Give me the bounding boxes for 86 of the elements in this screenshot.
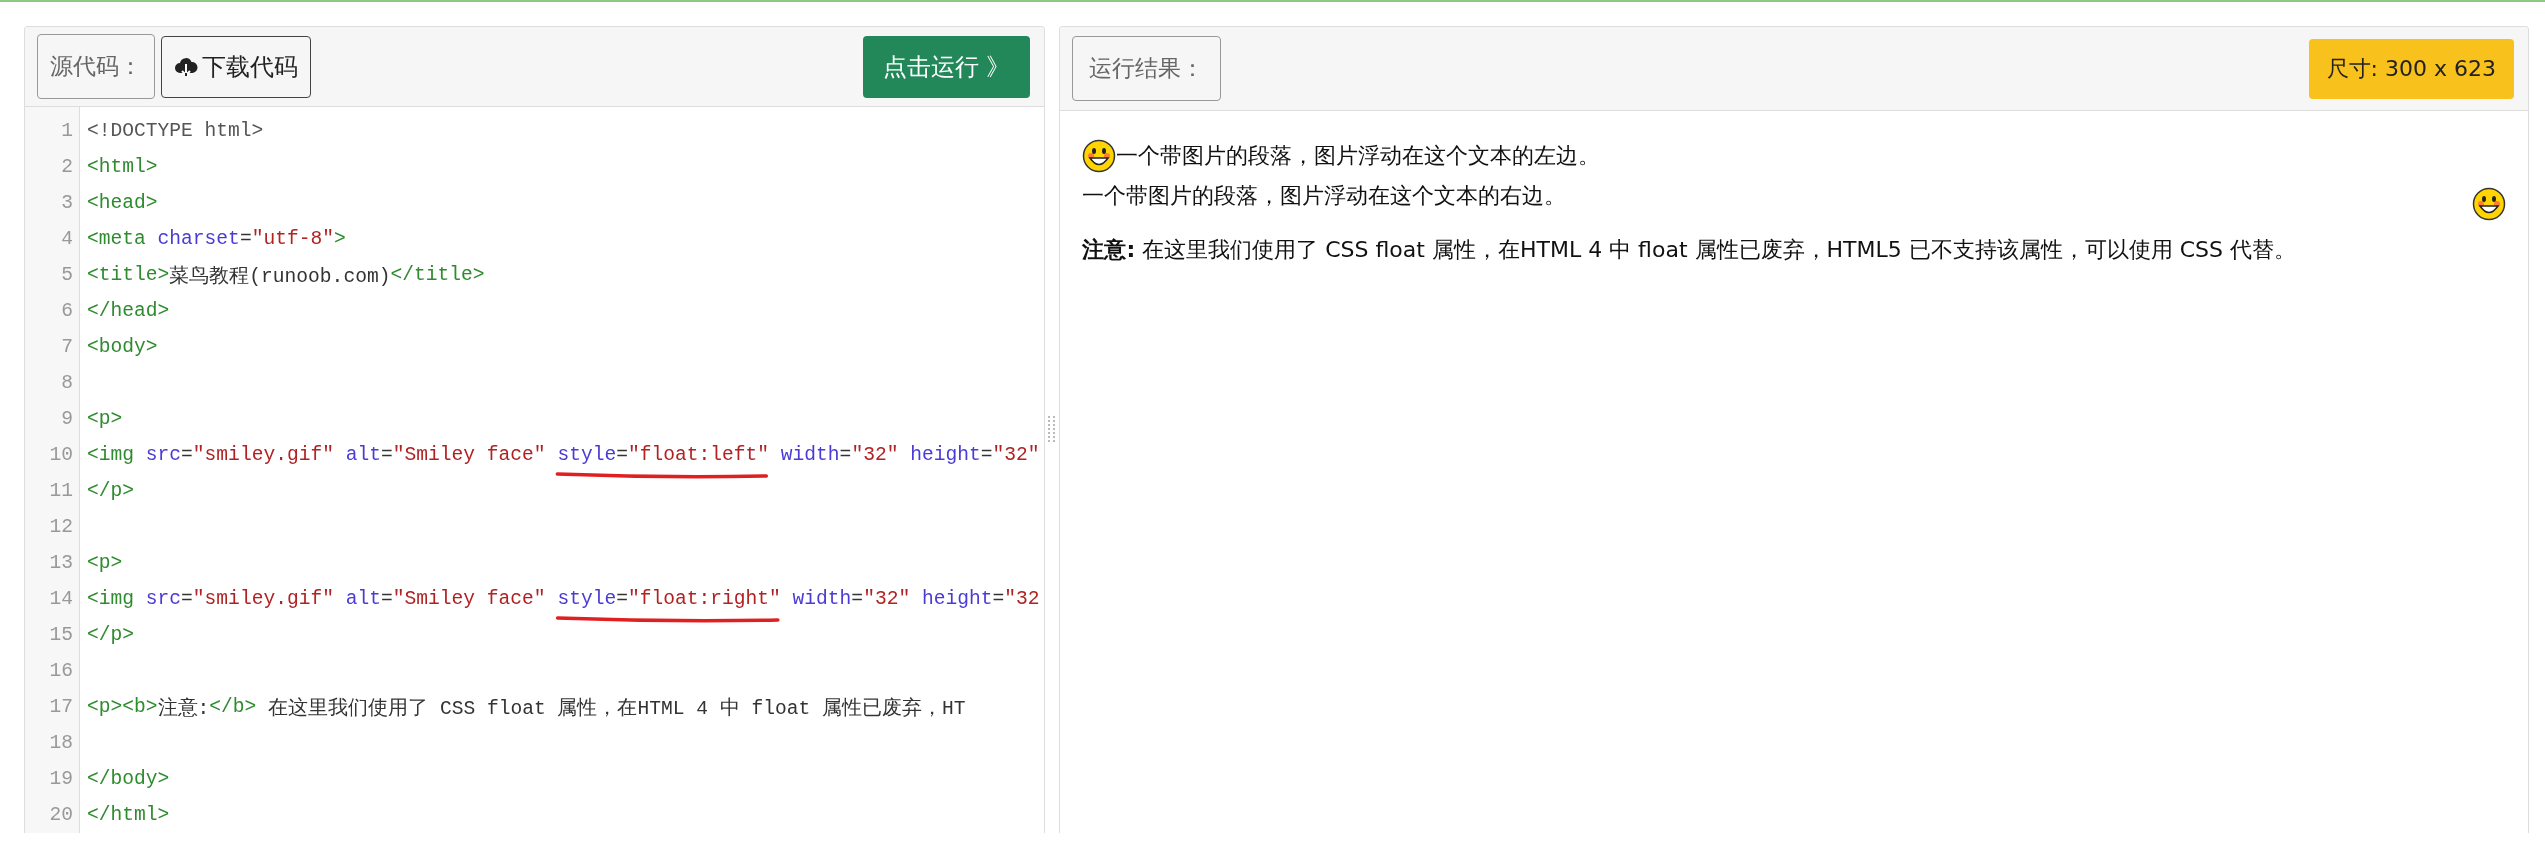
line-number: 16 — [48, 660, 73, 682]
code-token: 注意: — [157, 696, 210, 721]
code-token: "Smiley face" — [392, 444, 547, 466]
download-button[interactable]: 下载代码 — [161, 35, 311, 98]
line-number: 3 — [60, 192, 73, 214]
code-token: height — [910, 444, 981, 466]
result-label: 运行结果： — [1072, 36, 1222, 101]
line-number: 18 — [48, 732, 73, 754]
line-number: 13 — [48, 552, 73, 574]
code-token: width — [779, 444, 840, 466]
code-token: <p> — [87, 408, 123, 430]
paragraph: 注意: 在这里我们使用了 CSS float 属性，在HTML 4 中 float 属性已废弃，HTML5 已不支持该属性，可以使用 CSS 代替。 — [1082, 235, 2298, 264]
line-number: 20 — [48, 804, 73, 826]
line-number: 2 — [60, 156, 73, 178]
code-token: = — [239, 228, 252, 250]
code-token: = — [616, 588, 628, 610]
code-token: alt — [345, 588, 381, 610]
code-token: <body> — [87, 336, 158, 358]
line-number: 4 — [60, 228, 73, 250]
code-token: </title> — [390, 264, 485, 286]
source-label: 源代码： — [37, 34, 155, 99]
code-token: <p><b> — [87, 696, 158, 718]
line-number: 1 — [60, 120, 73, 142]
code-token: "float:right" — [627, 588, 781, 610]
code-token: = — [839, 444, 852, 466]
code-token: <img — [87, 444, 136, 466]
line-number: 9 — [60, 408, 73, 430]
line-number: 17 — [48, 696, 73, 718]
code-token: <meta — [87, 228, 147, 250]
code-token: "smiley.gif" — [192, 444, 335, 466]
code-token: <p> — [87, 552, 123, 574]
code-token: </head> — [87, 300, 170, 322]
line-number: 11 — [48, 480, 73, 502]
code-token: = — [181, 444, 193, 466]
code-token: style — [557, 444, 617, 466]
code-token: "Smiley face" — [392, 588, 547, 610]
code-token: </p> — [87, 624, 135, 646]
code-token: height — [921, 588, 993, 610]
code-token: <!DOCTYPE html> — [87, 120, 264, 142]
smiley-icon — [1082, 139, 1117, 173]
line-number: 10 — [48, 444, 73, 466]
code-token: "32" — [851, 444, 900, 466]
code-token: = — [381, 444, 393, 466]
code-token: = — [992, 588, 1005, 610]
line-number: 8 — [60, 372, 73, 394]
code-token: <html> — [87, 156, 158, 178]
code-token: style — [557, 588, 617, 610]
paragraph: 一个带图片的段落，图片浮动在这个文本的左边。 — [1116, 141, 1602, 170]
code-token: 在这里我们使用了 CSS float 属性，在HTML 4 中 float 属性已废弃，HT — [267, 696, 966, 721]
code-token: alt — [345, 444, 381, 466]
code-token: src — [145, 588, 182, 610]
code-token: "32 — [1004, 588, 1040, 610]
code-token: </b> — [209, 696, 257, 718]
line-number: 5 — [60, 264, 73, 286]
run-button[interactable]: 点击运行 》 — [862, 35, 1031, 98]
line-number: 12 — [48, 516, 73, 538]
code-token: src — [145, 444, 182, 466]
size-badge: 尺寸: 300 x 623 — [2308, 38, 2514, 99]
line-number: 6 — [60, 300, 73, 322]
code-token: = — [851, 588, 864, 610]
line-number: 7 — [60, 336, 73, 358]
code-token: 菜鸟教程(runoob.com) — [169, 264, 391, 289]
code-token: "32" — [863, 588, 912, 610]
code-token: "32" — [992, 444, 1040, 466]
paragraph: 一个带图片的段落，图片浮动在这个文本的右边。 — [1082, 182, 1568, 210]
code-token: <img — [87, 588, 136, 610]
line-number: 15 — [48, 624, 73, 646]
code-token: = — [616, 444, 628, 466]
line-number: 19 — [48, 768, 73, 790]
code-token: = — [381, 588, 393, 610]
code-token: <head> — [87, 192, 158, 214]
code-token: charset — [157, 228, 240, 250]
code-token: "utf-8" — [251, 228, 334, 250]
code-token: = — [980, 444, 993, 466]
code-token: </body> — [87, 768, 170, 790]
code-token: "smiley.gif" — [192, 588, 335, 610]
code-token: </html> — [87, 804, 170, 826]
smiley-icon — [2472, 187, 2506, 221]
code-token: "float:left" — [627, 444, 770, 466]
code-token: <title> — [87, 264, 170, 286]
line-number: 14 — [48, 588, 73, 610]
code-token: > — [333, 228, 346, 250]
code-token: = — [181, 588, 193, 610]
code-token: width — [791, 588, 852, 610]
code-token: </p> — [87, 480, 135, 502]
resize-handle[interactable] — [1048, 415, 1057, 444]
